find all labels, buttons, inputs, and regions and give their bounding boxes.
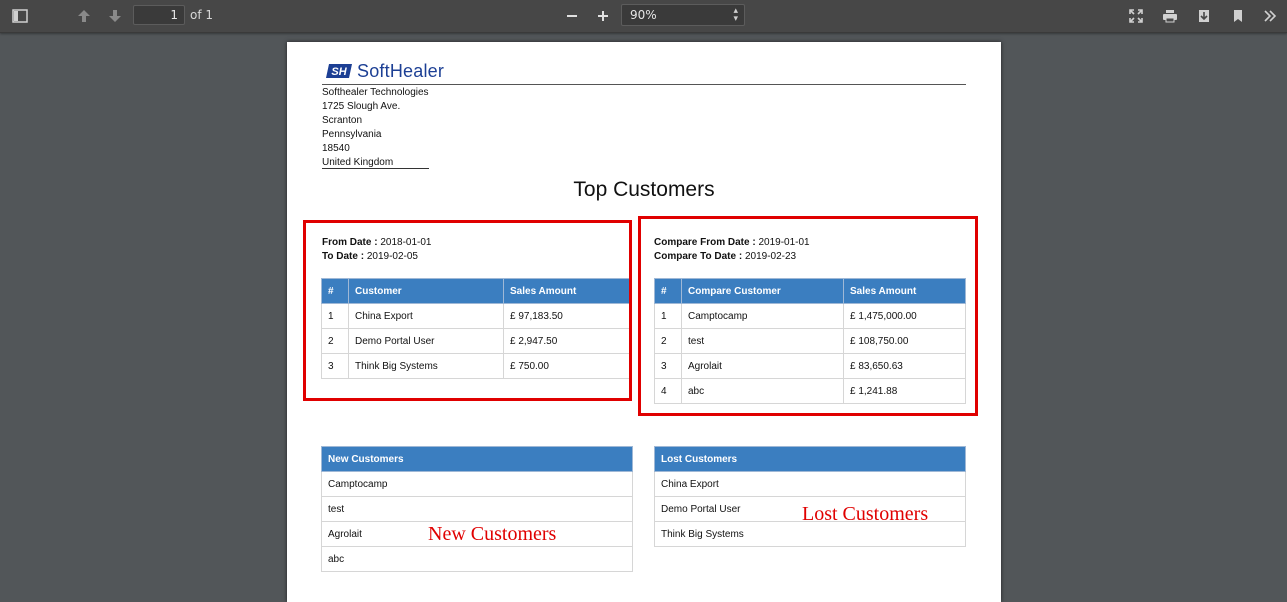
customer-name: test: [681, 328, 844, 354]
address-divider: [322, 168, 429, 169]
row-index: 4: [654, 378, 682, 404]
annotation-new-customers: New Customers: [428, 523, 557, 545]
arrow-up-icon[interactable]: [72, 4, 96, 28]
table-row: 4 abc £ 1,241.88: [654, 378, 966, 404]
table-row: 2 Demo Portal User £ 2,947.50: [321, 328, 632, 354]
column-header: #: [321, 278, 349, 304]
company-address: Softhealer Technologies 1725 Slough Ave.…: [322, 86, 429, 170]
column-header: Compare Customer: [681, 278, 844, 304]
download-icon[interactable]: [1192, 4, 1216, 28]
address-line: 1725 Slough Ave.: [322, 101, 401, 112]
zoom-value: 90%: [630, 8, 657, 22]
compare-customers-table: # Compare Customer Sales Amount 1 Campto…: [654, 278, 966, 404]
customer-name: test: [321, 496, 633, 522]
column-header: New Customers: [321, 446, 633, 472]
to-date-label: To Date :: [322, 251, 365, 262]
pdf-toolbar: of 1 90% ▴▾: [0, 0, 1287, 33]
customer-name: abc: [681, 378, 844, 404]
pdf-page: SH SoftHealer Softhealer Technologies 17…: [287, 42, 1001, 602]
customer-name: China Export: [348, 303, 504, 329]
customer-name: Camptocamp: [321, 471, 633, 497]
report-title: Top Customers: [573, 178, 715, 201]
sales-amount: £ 750.00: [503, 353, 632, 379]
table-row: China Export: [654, 471, 966, 497]
to-date-value: 2019-02-05: [366, 251, 418, 262]
customer-name: Think Big Systems: [348, 353, 504, 379]
bookmark-icon[interactable]: [1226, 4, 1250, 28]
table-row: 3 Agrolait £ 83,650.63: [654, 353, 966, 379]
row-index: 2: [321, 328, 349, 354]
column-header: Customer: [348, 278, 504, 304]
compare-from-date-label: Compare From Date :: [654, 237, 756, 248]
arrow-down-icon[interactable]: [103, 4, 127, 28]
page-count-label: of 1: [190, 8, 214, 22]
svg-text:SH: SH: [331, 66, 347, 78]
column-header: Sales Amount: [843, 278, 966, 304]
table-row: 2 test £ 108,750.00: [654, 328, 966, 354]
sales-amount: £ 108,750.00: [843, 328, 966, 354]
header-divider: [322, 84, 966, 85]
period-dates: From Date : 2018-01-01 To Date : 2019-02…: [322, 236, 432, 264]
sales-amount: £ 83,650.63: [843, 353, 966, 379]
lost-customers-table: Lost Customers China Export Demo Portal …: [654, 446, 966, 547]
table-row: 3 Think Big Systems £ 750.00: [321, 353, 632, 379]
fullscreen-icon[interactable]: [1124, 4, 1148, 28]
column-header: Lost Customers: [654, 446, 966, 472]
column-header: Sales Amount: [503, 278, 632, 304]
compare-to-date-value: 2019-02-23: [744, 251, 797, 262]
address-line: Softhealer Technologies: [322, 87, 429, 98]
sales-amount: £ 2,947.50: [503, 328, 632, 354]
table-row-empty: [321, 378, 632, 399]
page-number-input[interactable]: [133, 5, 185, 25]
table-row: 1 China Export £ 97,183.50: [321, 303, 632, 329]
top-customers-table: # Customer Sales Amount 1 China Export £…: [321, 278, 632, 399]
from-date-value: 2018-01-01: [380, 237, 432, 248]
minus-icon[interactable]: [560, 4, 584, 28]
column-header: #: [654, 278, 682, 304]
row-index: 1: [654, 303, 682, 329]
customer-name: China Export: [654, 471, 966, 497]
table-row: 1 Camptocamp £ 1,475,000.00: [654, 303, 966, 329]
softhealer-logo-icon: SH: [326, 64, 352, 78]
row-index: 3: [321, 353, 349, 379]
annotation-lost-customers: Lost Customers: [802, 503, 929, 525]
row-index: 1: [321, 303, 349, 329]
sales-amount: £ 97,183.50: [503, 303, 632, 329]
company-logo: SH SoftHealer: [325, 60, 444, 82]
plus-icon[interactable]: [591, 4, 615, 28]
double-chevron-right-icon[interactable]: [1258, 4, 1282, 28]
table-row: abc: [321, 546, 633, 572]
address-line: Scranton: [322, 115, 363, 126]
compare-to-date-label: Compare To Date :: [654, 251, 743, 262]
row-index: 2: [654, 328, 682, 354]
sidebar-toggle-icon[interactable]: [8, 4, 32, 28]
row-index: 3: [654, 353, 682, 379]
table-row: test: [321, 496, 633, 522]
compare-from-date-value: 2019-01-01: [758, 237, 810, 248]
customer-name: Demo Portal User: [348, 328, 504, 354]
customer-name: Agrolait: [681, 353, 844, 379]
customer-name: abc: [321, 546, 633, 572]
zoom-select[interactable]: 90% ▴ ▾: [621, 4, 745, 26]
address-line: 18540: [322, 143, 350, 154]
logo-text: SoftHealer: [357, 60, 445, 81]
new-customers-table: New Customers Camptocamp test Agrolait a…: [321, 446, 633, 572]
address-line: Pennsylvania: [322, 129, 382, 140]
customer-name: Camptocamp: [681, 303, 844, 329]
updown-chevron-icon: ▴ ▾: [733, 6, 738, 24]
compare-period-dates: Compare From Date : 2019-01-01 Compare T…: [654, 236, 810, 264]
from-date-label: From Date :: [322, 237, 378, 248]
sales-amount: £ 1,241.88: [843, 378, 966, 404]
sales-amount: £ 1,475,000.00: [843, 303, 966, 329]
table-row: Camptocamp: [321, 471, 633, 497]
print-icon[interactable]: [1158, 4, 1182, 28]
